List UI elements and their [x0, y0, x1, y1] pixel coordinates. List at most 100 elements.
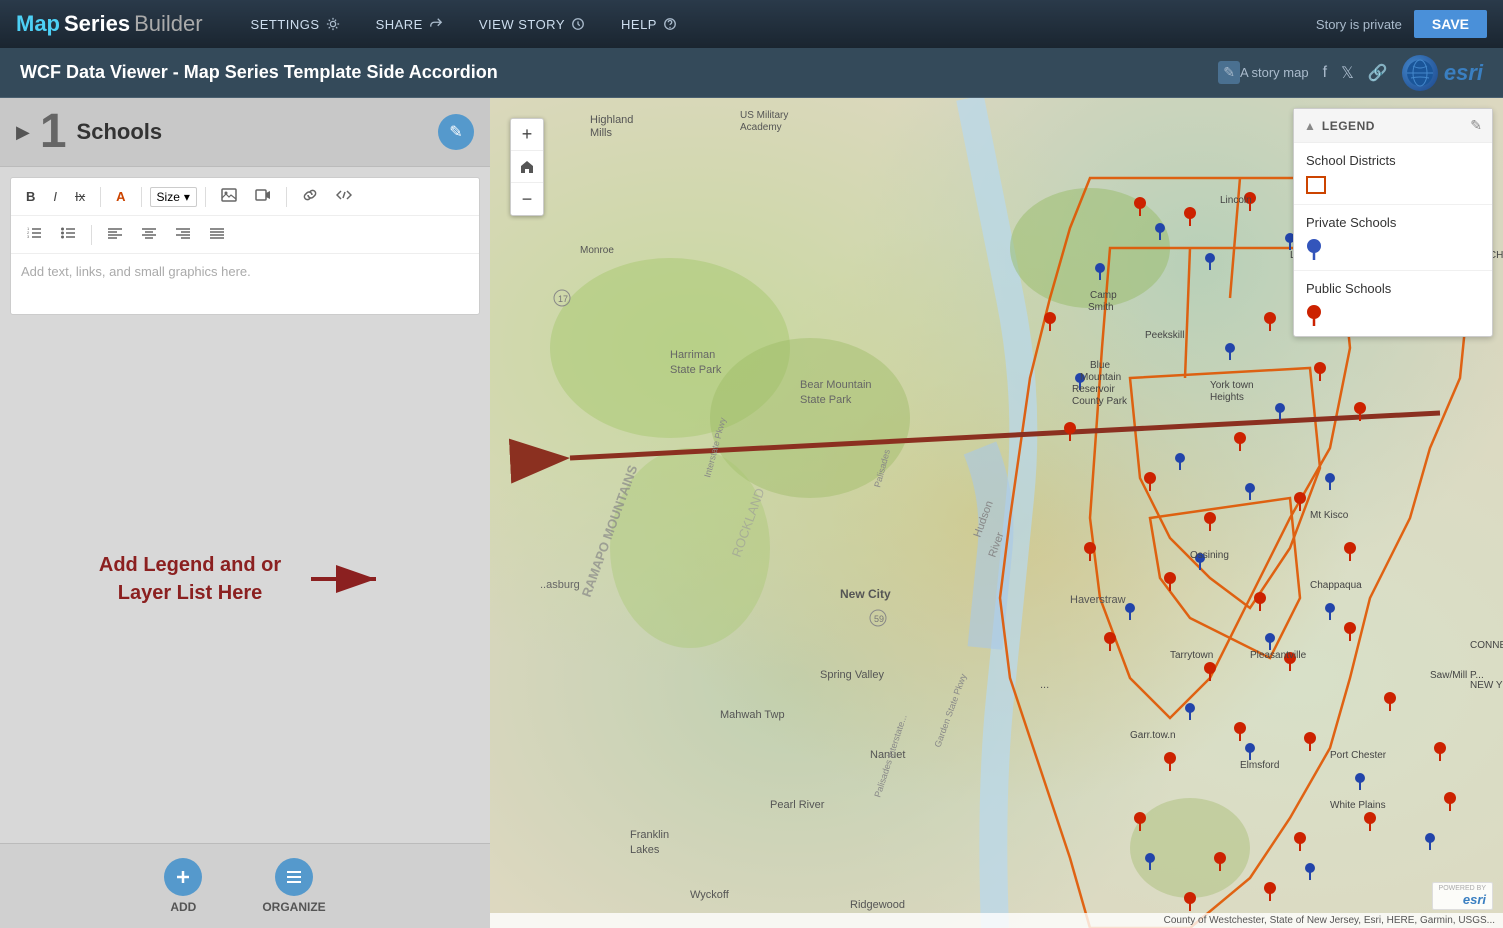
svg-text:US Military: US Military	[740, 110, 788, 121]
image-button[interactable]	[214, 184, 244, 209]
svg-text:..asburg: ..asburg	[540, 579, 580, 591]
svg-text:17: 17	[558, 294, 568, 304]
svg-text:59: 59	[874, 614, 884, 624]
legend-collapse-icon[interactable]: ▲	[1304, 119, 1316, 133]
help-icon	[663, 17, 677, 31]
legend-panel-header: ▲ LEGEND ✎	[1294, 109, 1492, 143]
font-color-button[interactable]: A	[109, 185, 132, 208]
add-button[interactable]: ADD	[164, 858, 202, 914]
justify-button[interactable]	[202, 222, 232, 247]
add-icon	[164, 858, 202, 896]
svg-text:Mt Kisco: Mt Kisco	[1310, 510, 1349, 521]
editor-area: B I Ix A Size ▾	[10, 177, 480, 315]
bold-button[interactable]: B	[19, 185, 42, 208]
nav-right: Story is private SAVE	[1316, 10, 1487, 38]
svg-text:Elmsford: Elmsford	[1240, 760, 1279, 771]
share-icon	[429, 17, 443, 31]
svg-text:New City: New City	[840, 587, 891, 601]
svg-text:Harriman: Harriman	[670, 349, 715, 361]
esri-text: esri	[1444, 60, 1483, 86]
svg-text:Lakes: Lakes	[630, 844, 660, 856]
svg-text:Bear Mountain: Bear Mountain	[800, 379, 872, 391]
size-dropdown[interactable]: Size ▾	[150, 187, 197, 207]
esri-globe-icon	[1402, 55, 1438, 91]
home-button[interactable]	[511, 151, 543, 183]
unordered-list-icon	[60, 226, 76, 240]
align-right-button[interactable]	[168, 222, 198, 247]
brand-series: Series	[64, 11, 130, 37]
svg-text:Ridgewood: Ridgewood	[850, 899, 905, 911]
district-boundary-icon	[1306, 176, 1326, 194]
justify-icon	[209, 226, 225, 240]
map-controls: + −	[510, 118, 544, 216]
settings-icon	[326, 17, 340, 31]
ordered-list-button[interactable]: 123	[19, 222, 49, 247]
zoom-out-button[interactable]: −	[511, 183, 543, 215]
link-button[interactable]	[295, 184, 325, 209]
legend-private-label: Private Schools	[1306, 215, 1480, 230]
zoom-in-button[interactable]: +	[511, 119, 543, 151]
svg-text:Lincoln: Lincoln	[1220, 195, 1252, 206]
unordered-list-button[interactable]	[53, 222, 83, 247]
share-nav[interactable]: SHARE	[358, 0, 461, 48]
svg-text:Peekskill: Peekskill	[1145, 330, 1184, 341]
title-edit-icon[interactable]: ✎	[1218, 61, 1240, 84]
video-button[interactable]	[248, 184, 278, 209]
legend-public-symbol	[1306, 304, 1480, 326]
map-area[interactable]: Harriman State Park Bear Mountain State …	[490, 98, 1503, 928]
facebook-icon[interactable]: f	[1323, 64, 1327, 82]
legend-prompt-area: Add Legend and or Layer List Here	[0, 325, 490, 843]
italic-button[interactable]: I	[46, 185, 64, 208]
legend-settings-icon[interactable]: ✎	[1470, 117, 1482, 134]
align-right-icon	[175, 226, 191, 240]
embed-button[interactable]	[329, 184, 359, 209]
brand-builder: Builder	[134, 11, 202, 37]
svg-text:Mills: Mills	[590, 127, 612, 139]
panel-header: ▶ 1 Schools ✎	[0, 98, 490, 167]
link-icon[interactable]: 🔗	[1368, 63, 1388, 83]
view-story-nav[interactable]: VIEW STORY	[461, 0, 603, 48]
attribution-text: County of Westchester, State of New Jers…	[1164, 915, 1495, 926]
svg-text:York town: York town	[1210, 380, 1254, 391]
svg-text:Mahwah Twp: Mahwah Twp	[720, 709, 785, 721]
svg-text:Spring Valley: Spring Valley	[820, 669, 884, 681]
title-bar-right: A story map f 𝕏 🔗 esri	[1240, 55, 1483, 91]
align-center-button[interactable]	[134, 222, 164, 247]
legend-arrow-container: Add Legend and or Layer List Here	[99, 551, 391, 607]
settings-nav[interactable]: SETTINGS	[233, 0, 358, 48]
svg-text:Ossining: Ossining	[1190, 550, 1229, 561]
editor-content[interactable]: Add text, links, and small graphics here…	[11, 254, 479, 314]
svg-text:Haverstraw: Haverstraw	[1070, 594, 1126, 606]
legend-school-districts: School Districts	[1294, 143, 1492, 205]
toolbar-separator-5	[91, 225, 92, 245]
strikethrough-button[interactable]: Ix	[68, 185, 92, 208]
esri-powered-badge: POWERED BY esri	[1432, 882, 1493, 910]
svg-text:State Park: State Park	[800, 394, 852, 406]
legend-public-label: Public Schools	[1306, 281, 1480, 296]
svg-text:Garden State Pkwy: Garden State Pkwy	[932, 672, 968, 749]
panel-collapse-arrow[interactable]: ▶	[16, 122, 30, 143]
panel-edit-button[interactable]: ✎	[438, 114, 474, 150]
save-button[interactable]: SAVE	[1414, 10, 1487, 38]
story-status: Story is private	[1316, 17, 1402, 32]
svg-text:Academy: Academy	[740, 122, 782, 133]
panel-title: Schools	[77, 119, 163, 145]
svg-text:Blue: Blue	[1090, 360, 1110, 371]
help-nav[interactable]: HELP	[603, 0, 695, 48]
powered-by-text: POWERED BY	[1439, 885, 1486, 892]
view-story-label: VIEW STORY	[479, 17, 565, 32]
organize-button[interactable]: ORGANIZE	[262, 858, 325, 914]
align-left-button[interactable]	[100, 222, 130, 247]
svg-text:Wyckoff: Wyckoff	[690, 889, 730, 901]
legend-private-symbol	[1306, 238, 1480, 260]
panel-bottom: ADD ORGANIZE	[0, 843, 490, 928]
twitter-icon[interactable]: 𝕏	[1341, 63, 1354, 83]
settings-label: SETTINGS	[251, 17, 320, 32]
legend-private-schools: Private Schools	[1294, 205, 1492, 271]
svg-text:Port Chester: Port Chester	[1330, 750, 1387, 761]
editor-placeholder: Add text, links, and small graphics here…	[21, 264, 251, 279]
svg-text:County Park: County Park	[1072, 396, 1128, 407]
legend-districts-label: School Districts	[1306, 153, 1480, 168]
organize-icon	[275, 858, 313, 896]
brand-logo: Map Series Builder	[16, 11, 203, 37]
